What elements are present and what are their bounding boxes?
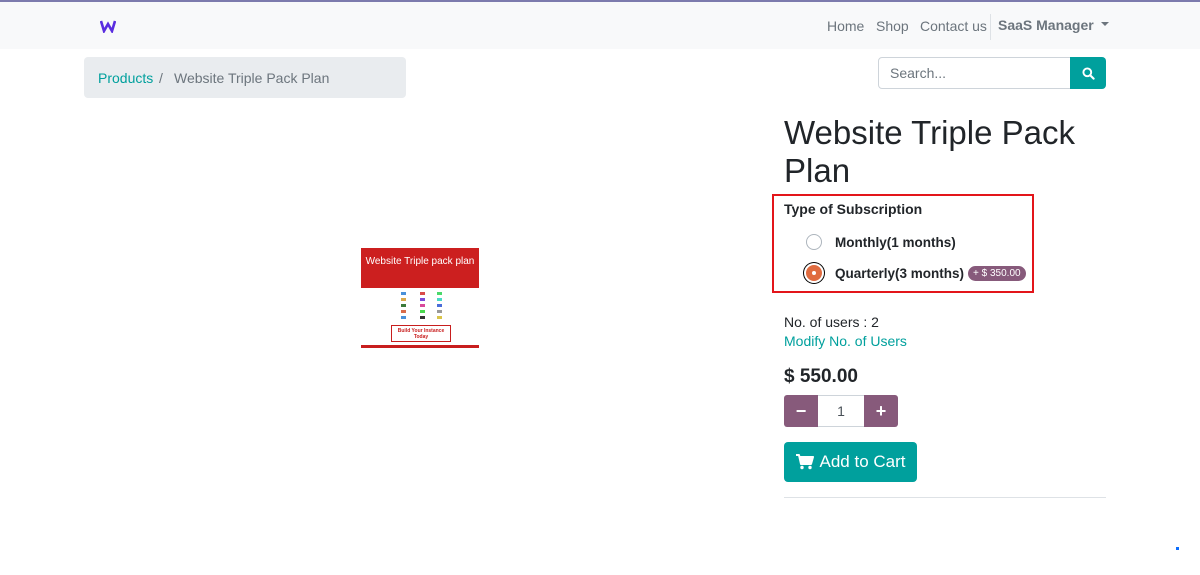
breadcrumb-current: Website Triple Pack Plan: [174, 70, 330, 86]
chevron-down-icon: [1100, 22, 1109, 27]
nav-divider: [990, 14, 991, 40]
corner-indicator: [1176, 547, 1179, 550]
radio-monthly[interactable]: [806, 234, 822, 250]
minus-icon: −: [795, 400, 807, 421]
add-to-cart-button[interactable]: Add to Cart: [784, 442, 917, 482]
option-monthly[interactable]: Monthly(1 months): [806, 234, 956, 250]
extra-price-badge: + $ 350.00: [968, 265, 1026, 281]
quantity-input[interactable]: [818, 395, 864, 427]
product-title: Website Triple Pack Plan: [784, 114, 1076, 189]
odoo-w-logo-icon[interactable]: [100, 19, 116, 33]
shopping-cart-icon: [795, 454, 814, 470]
navbar: Home Shop Contact us SaaS Manager: [0, 2, 1200, 49]
nav-shop[interactable]: Shop: [876, 18, 909, 34]
breadcrumb-separator: /: [159, 70, 163, 86]
product-image-app-grid: [399, 292, 443, 322]
option-monthly-label: Monthly(1 months): [835, 234, 956, 250]
breadcrumb-products-link[interactable]: Products: [98, 70, 153, 86]
user-menu-label: SaaS Manager: [998, 17, 1094, 33]
option-quarterly-label: Quarterly(3 months): [835, 265, 965, 281]
product-image: Website Triple pack plan Build Your Inst…: [361, 248, 479, 348]
quantity-plus-button[interactable]: +: [864, 395, 898, 427]
search-button[interactable]: [1070, 57, 1106, 89]
users-count: No. of users : 2: [784, 314, 879, 330]
nav-home[interactable]: Home: [827, 18, 864, 34]
product-image-cta: Build Your Instance Today: [391, 325, 451, 342]
radio-quarterly[interactable]: [806, 265, 822, 281]
user-menu-dropdown[interactable]: SaaS Manager: [998, 17, 1109, 33]
section-divider: [784, 497, 1106, 498]
breadcrumb: Products / Website Triple Pack Plan: [84, 57, 406, 98]
search-icon: [1081, 66, 1095, 80]
variant-label: Type of Subscription: [784, 201, 923, 217]
modify-users-link[interactable]: Modify No. of Users: [784, 333, 907, 349]
option-quarterly[interactable]: Quarterly(3 months) + $ 350.00: [806, 265, 1026, 281]
nav-contact-us[interactable]: Contact us: [920, 18, 987, 34]
product-price: $ 550.00: [784, 366, 858, 387]
quantity-minus-button[interactable]: −: [784, 395, 818, 427]
search-input[interactable]: [878, 57, 1071, 89]
add-to-cart-label: Add to Cart: [819, 452, 906, 471]
plus-icon: +: [875, 400, 887, 421]
product-image-title: Website Triple pack plan: [361, 248, 479, 288]
